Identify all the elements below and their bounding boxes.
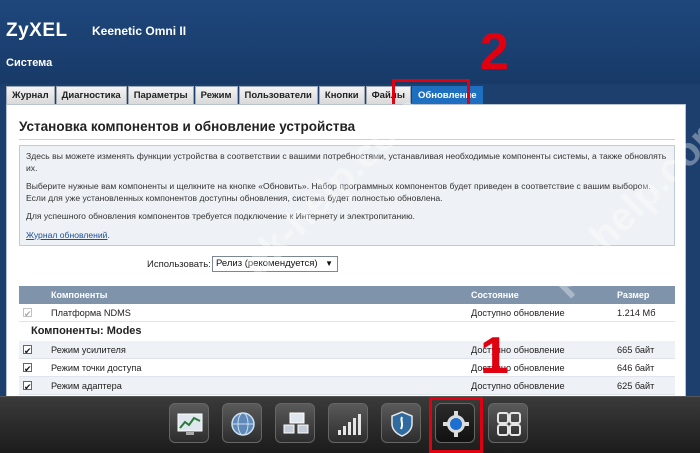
component-name: Режим точки доступа (51, 363, 142, 373)
page-title: Установка компонентов и обновление устро… (19, 119, 356, 134)
table-row: Режим усилителя Доступно обновление 665 … (19, 341, 675, 360)
applications-button[interactable] (488, 403, 528, 443)
release-channel-select[interactable]: Релиз (рекомендуется) ▼ (212, 256, 338, 272)
component-checkbox[interactable] (23, 360, 32, 378)
info-text-1: Здесь вы можете изменять функции устройс… (26, 151, 667, 173)
info-text-3: Для успешного обновления компонентов тре… (26, 211, 415, 221)
top-header: ZyXEL Keenetic Omni II Система (0, 0, 700, 84)
info-text-2: Выберите нужные вам компоненты и щелкнит… (26, 181, 651, 203)
tab-users[interactable]: Пользователи (238, 86, 318, 104)
table-row: Режим адаптера Доступно обновление 625 б… (19, 377, 675, 396)
annotation-marker-2: 2 (480, 23, 509, 81)
group-heading-modes: Компоненты: Modes (19, 322, 675, 341)
link-suffix: . (107, 229, 110, 240)
internet-button[interactable] (222, 403, 262, 443)
update-log-link[interactable]: Журнал обновлений (26, 230, 107, 240)
shield-icon (391, 411, 413, 437)
home-network-button[interactable] (275, 403, 315, 443)
components-table: Компоненты Состояние Размер Платформа ND… (19, 286, 675, 396)
content-panel: Установка компонентов и обновление устро… (6, 104, 686, 404)
network-icon (283, 412, 309, 434)
dropdown-arrow-icon: ▼ (325, 259, 333, 268)
annotation-box-system-button (429, 397, 483, 453)
monitor-icon (177, 413, 203, 435)
tab-buttons[interactable]: Кнопки (318, 86, 365, 104)
divider (19, 139, 675, 140)
section-title: Система (6, 57, 53, 69)
tab-diagnostics[interactable]: Диагностика (55, 86, 127, 104)
apps-grid-icon (497, 412, 521, 436)
component-size: 625 байт (617, 381, 655, 391)
annotation-marker-1: 1 (480, 327, 509, 385)
signal-icon (338, 414, 361, 435)
component-name: Режим адаптера (51, 381, 122, 391)
component-size: 665 байт (617, 345, 655, 355)
component-checkbox[interactable] (23, 378, 32, 396)
column-header-size: Размер (617, 290, 650, 300)
component-name: Режим усилителя (51, 345, 126, 355)
globe-icon (231, 412, 255, 436)
table-row-platform: Платформа NDMS Доступно обновление 1.214… (19, 304, 675, 323)
table-row: Режим точки доступа Доступно обновление … (19, 359, 675, 378)
component-checkbox[interactable] (23, 342, 32, 360)
info-box: Здесь вы можете изменять функции устройс… (19, 145, 675, 246)
component-size: 1.214 Мб (617, 308, 656, 318)
component-size: 646 байт (617, 363, 655, 373)
component-name: Платформа NDMS (51, 308, 131, 318)
device-model: Keenetic Omni II (92, 24, 187, 38)
wifi-button[interactable] (328, 403, 368, 443)
monitor-button[interactable] (169, 403, 209, 443)
component-state: Доступно обновление (471, 308, 565, 318)
tab-log[interactable]: Журнал (6, 86, 55, 104)
zyxel-logo: ZyXEL (6, 20, 68, 41)
column-header-state: Состояние (471, 290, 519, 300)
tab-mode[interactable]: Режим (194, 86, 238, 104)
release-channel-value: Релиз (рекомендуется) (216, 258, 318, 269)
use-label: Использовать: (147, 259, 211, 270)
column-header-components: Компоненты (51, 290, 108, 300)
table-header: Компоненты Состояние Размер (19, 286, 675, 304)
tab-parameters[interactable]: Параметры (127, 86, 194, 104)
bottom-dock (0, 396, 700, 453)
platform-checkbox (23, 305, 32, 323)
security-button[interactable] (381, 403, 421, 443)
